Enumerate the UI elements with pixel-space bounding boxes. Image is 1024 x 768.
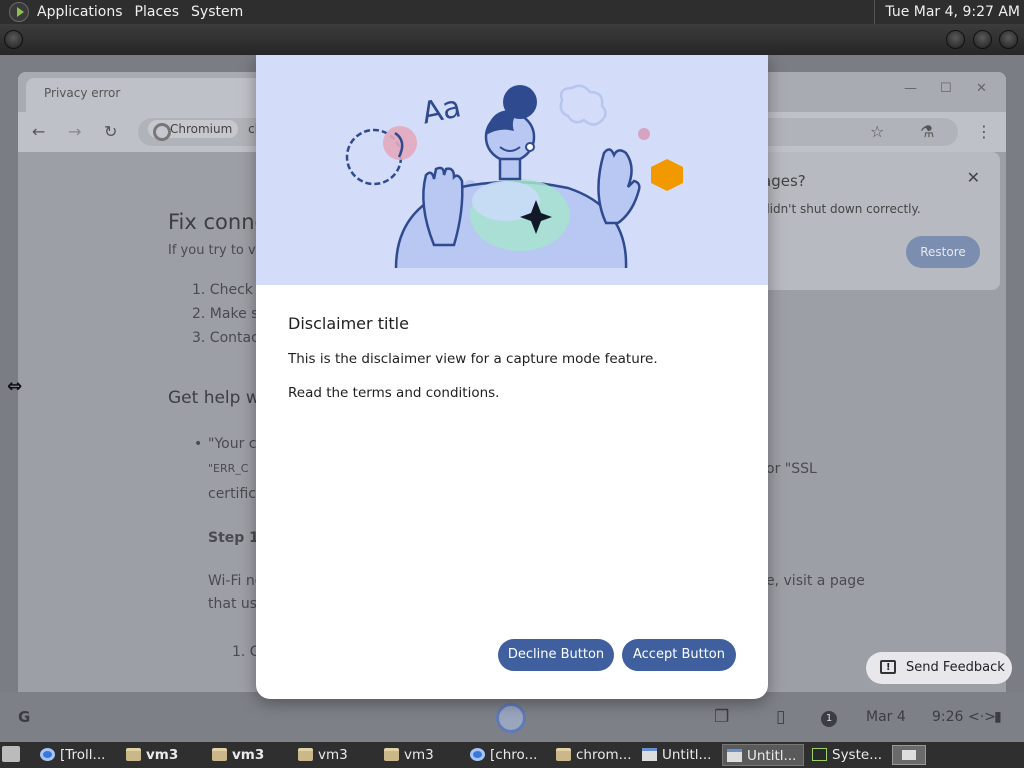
system-menu[interactable]: System [185, 4, 249, 20]
folder-icon [556, 748, 571, 761]
resize-cursor-icon: ⇔ [7, 376, 23, 397]
folder-icon [298, 748, 313, 761]
maximize-icon[interactable] [973, 30, 992, 49]
step-item: 1. Check [192, 282, 253, 298]
workspace-switcher[interactable] [892, 745, 926, 765]
decline-button[interactable]: Decline Button [498, 639, 614, 671]
places-menu[interactable]: Places [129, 4, 186, 20]
shelf-date[interactable]: Mar 4 [866, 692, 906, 742]
panel-clock[interactable]: Tue Mar 4, 9:27 AM [874, 0, 1020, 24]
pink-dot-shape [638, 128, 650, 140]
phone-hub-icon[interactable]: ▯ [776, 692, 785, 742]
left-hand-shape [422, 166, 464, 247]
wifi-line-right: e, visit a page [766, 573, 865, 589]
restore-title: ages? [762, 172, 806, 190]
font-aa-glyph: Aa [419, 89, 464, 131]
window-icon [727, 749, 742, 762]
taskbar-item[interactable]: [Troll... [36, 744, 118, 766]
taskbar-item[interactable]: [chro... [466, 744, 548, 766]
forward-arrow-icon[interactable]: → [68, 122, 81, 141]
restore-button[interactable]: Restore [906, 236, 980, 268]
notification-badge[interactable]: 1 [821, 692, 837, 742]
folder-icon [384, 748, 399, 761]
window-icon [642, 748, 657, 761]
restore-pages-bubble: ages? didn't shut down correctly. ✕ Rest… [734, 152, 1000, 290]
hair-bun-shape [503, 85, 537, 119]
window-minimize-icon[interactable]: — [904, 81, 917, 96]
window-maximize-icon[interactable]: ☐ [940, 81, 952, 96]
back-arrow-icon[interactable]: ← [32, 122, 45, 141]
taskbar-item[interactable]: vm3 [208, 744, 290, 766]
holding-space-icon[interactable]: ❐ [714, 692, 729, 742]
vm-window-titlebar [0, 24, 1024, 55]
page-heading: Fix conne [168, 210, 268, 234]
bullet-line: "Your c [208, 436, 257, 452]
bullet-dot: • [194, 436, 203, 452]
taskbar-item[interactable]: Syste... [808, 744, 890, 766]
tab-privacy-error[interactable]: Privacy error ✕ [26, 78, 274, 112]
taskbar-item-active[interactable]: Untitl... [722, 744, 804, 766]
dialog-title: Disclaimer title [288, 314, 409, 333]
help-heading: Get help wi [168, 388, 265, 408]
taskbar-item[interactable]: vm3 [122, 744, 204, 766]
right-hand-shape [597, 148, 641, 225]
network-icon[interactable]: <·> [968, 692, 996, 742]
close-bubble-icon[interactable]: ✕ [967, 168, 980, 187]
close-icon[interactable] [999, 30, 1018, 49]
folder-icon [126, 748, 141, 761]
dialog-terms-text: Read the terms and conditions. [288, 385, 500, 401]
disclaimer-dialog: Aa Disclaimer title This is the disclaim… [256, 55, 768, 699]
send-feedback-label: Send Feedback [906, 660, 1005, 675]
capture-mode-icon[interactable] [496, 703, 526, 733]
step-item: 3. Contac [192, 330, 259, 346]
orange-hexagon-shape [651, 159, 683, 191]
system-monitor-icon [812, 748, 827, 761]
cloud-shape [559, 84, 607, 126]
notification-count: 1 [821, 711, 837, 727]
show-desktop-icon[interactable] [2, 746, 20, 762]
taskbar-item[interactable]: chrom... [552, 744, 634, 766]
launcher-google-icon[interactable]: G [18, 692, 30, 742]
taskbar-item[interactable]: vm3 [380, 744, 462, 766]
more-menu-icon[interactable]: ⋮ [976, 122, 992, 141]
restore-message: didn't shut down correctly. [762, 202, 921, 216]
neck-shape [498, 157, 522, 181]
taskbar-item[interactable]: Untitl... [638, 744, 720, 766]
chromeos-shelf: G ❐ ▯ 1 Mar 4 9:26 <·> ▮ [0, 692, 1024, 742]
window-close-icon[interactable]: ✕ [976, 81, 987, 96]
chrome-icon [40, 748, 55, 761]
chrome-icon [470, 748, 485, 761]
accept-button[interactable]: Accept Button [622, 639, 736, 671]
earring-shape [525, 142, 535, 152]
folder-icon [212, 748, 227, 761]
window-menu-icon[interactable] [4, 30, 23, 49]
feedback-icon [880, 652, 896, 684]
taskbar-item[interactable]: vm3 [294, 744, 376, 766]
applications-logo-icon[interactable] [9, 2, 29, 22]
omnibox-site-chip[interactable]: Chromium [148, 120, 239, 138]
battery-icon[interactable]: ▮ [994, 692, 1002, 742]
step-item: 2. Make s [192, 306, 259, 322]
shelf-time[interactable]: 9:26 [932, 692, 963, 742]
applications-menu[interactable]: Applications [31, 4, 129, 20]
bullet-line-right: or "SSL [766, 461, 817, 477]
vm-screen: Privacy error ✕ — ☐ ✕ ← → ↻ Chromium chr… [0, 55, 1024, 742]
dialog-body-text: This is the disclaimer view for a captur… [288, 351, 658, 367]
disclaimer-illustration: Aa [256, 55, 768, 285]
reload-icon[interactable]: ↻ [104, 122, 117, 141]
labs-flask-icon[interactable]: ⚗ [920, 122, 934, 141]
minimize-icon[interactable] [946, 30, 965, 49]
workspace-icon [902, 750, 916, 760]
bookmark-star-icon[interactable]: ☆ [870, 122, 884, 141]
host-taskbar: [Troll... vm3 vm3 vm3 vm3 [chro... chrom… [0, 742, 1024, 768]
top-panel: Applications Places System Tue Mar 4, 9:… [0, 0, 1024, 24]
send-feedback-button[interactable]: Send Feedback [866, 652, 1012, 684]
tab-title: Privacy error [44, 86, 121, 100]
bullet-line: "ERR_C [208, 462, 249, 475]
page-intro: If you try to vis [168, 243, 267, 258]
person-waving-illustration: Aa [345, 84, 683, 269]
